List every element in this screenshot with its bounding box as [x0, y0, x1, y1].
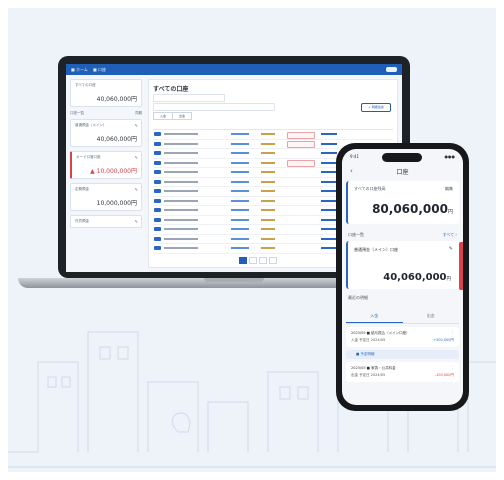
pencil-icon[interactable]: ✎ [135, 187, 138, 192]
phone-screen: 9:41 ●●● ‹ 口座 すべての口座残高 編集 80,060,000円 口座… [342, 149, 463, 405]
detail-tabs: 入金 出金 [346, 310, 459, 324]
scheduled-pill[interactable]: ■ 予定明細 [346, 350, 459, 359]
total-balance-card[interactable]: すべての口座残高 編集 80,060,000円 [346, 181, 459, 224]
edit-link[interactable]: 編集 [445, 186, 453, 192]
top-nav: ■ ホーム ■ 口座 [66, 64, 402, 75]
accounts-section-header: 口座一覧 すべて › [342, 226, 463, 241]
pagination [239, 257, 277, 264]
sidebar-header: 口座一覧 同期 [70, 111, 142, 116]
account-card[interactable]: 定期預金 ✎ 10,000,000円 [70, 183, 142, 211]
item-title: 2023/05 ■ 家賃・公共料金 [351, 366, 396, 370]
signal-icon: ●●● [444, 153, 455, 159]
total-balance-amount: 80,060,000円 [372, 202, 453, 216]
account-name: 普通預金（メイン） [75, 123, 107, 127]
item-amount: -100,000円 [434, 373, 454, 377]
account-amount: 40,060,000円 [96, 136, 137, 143]
page-title: すべての口座 [153, 86, 189, 93]
sync-link[interactable]: 同期 [135, 111, 142, 116]
phone-header: ‹ 口座 [342, 163, 463, 179]
more-icon[interactable]: ⋮ [451, 365, 455, 369]
account-name: 外貨預金 [75, 219, 89, 223]
pencil-icon[interactable]: ✎ [135, 219, 138, 224]
add-transaction-button[interactable]: + 明細追加 [361, 103, 391, 112]
total-card[interactable]: すべての口座 40,060,000円 [70, 79, 142, 107]
tab-withdrawal[interactable]: 出金 [403, 310, 460, 323]
phone-title: 口座 [396, 168, 409, 176]
back-icon[interactable]: ‹ [350, 167, 353, 175]
sidebar-header-label: 口座一覧 [70, 111, 84, 115]
nav-tab-home[interactable]: ■ ホーム [71, 67, 88, 73]
account-card[interactable]: 普通預金（メイン）口座 ✎ 40,060,000円 [346, 241, 459, 289]
item-subtitle: 入金 予定日 2024/05 [351, 338, 386, 342]
date-filter[interactable] [153, 94, 225, 102]
item-amount: +300,000円 [433, 338, 454, 342]
page-button[interactable] [249, 257, 257, 264]
account-card[interactable]: 外貨預金 ✎ [70, 215, 142, 228]
segment-withdrawal[interactable]: 出金 [172, 112, 192, 120]
table-row[interactable] [153, 130, 393, 140]
next-card-peek[interactable] [459, 242, 463, 290]
promo-illustration: ■ ホーム ■ 口座 すべての口座 40,060,000円 口座一覧 同期 普通… [0, 0, 504, 480]
page-button[interactable] [239, 257, 247, 264]
list-item[interactable]: 2023/05 ■ 家賃・公共料金 ⋮ 出金 予定日 2024/05 -100,… [346, 362, 459, 382]
nav-tab-accounts[interactable]: ■ 口座 [93, 67, 106, 73]
page-button[interactable] [259, 257, 267, 264]
accounts-section-label: 口座一覧 [348, 232, 364, 237]
pencil-icon[interactable]: ✎ [135, 155, 138, 160]
dynamic-island [382, 153, 422, 162]
more-icon[interactable]: ⋮ [451, 330, 455, 334]
pencil-icon[interactable]: ✎ [449, 246, 453, 252]
account-amount: 40,060,000円 [383, 272, 451, 283]
status-time: 9:41 [350, 153, 359, 159]
list-item[interactable]: 2023/05 ■ 給与振込（メイン口座） ⋮ 入金 予定日 2024/05 +… [346, 327, 459, 347]
search-filter[interactable] [153, 103, 275, 111]
total-card-label: すべての口座 [75, 83, 96, 87]
account-card[interactable]: 普通預金（メイン） ✎ 40,060,000円 [70, 119, 142, 147]
segment-deposit[interactable]: 入金 [153, 112, 173, 120]
total-balance-label: すべての口座残高 [354, 186, 386, 191]
account-card[interactable]: カード引落口座 ✎ ▲ 10,000,000円 [70, 151, 142, 179]
account-amount: 10,000,000円 [96, 200, 137, 207]
account-name: カード引落口座 [76, 155, 101, 159]
account-name: 定期預金 [75, 187, 89, 191]
see-all-link[interactable]: すべて › [443, 232, 457, 238]
account-amount: ▲ 10,000,000円 [90, 168, 137, 175]
page-button[interactable] [269, 257, 277, 264]
user-menu[interactable] [386, 67, 397, 72]
details-section-label: 最近の明細 [348, 295, 368, 300]
total-card-amount: 40,060,000円 [96, 96, 137, 103]
item-subtitle: 出金 予定日 2024/05 [351, 373, 386, 377]
laptop-notch [204, 278, 264, 282]
sidebar: すべての口座 40,060,000円 口座一覧 同期 普通預金（メイン） ✎ 4… [70, 79, 142, 268]
pencil-icon[interactable]: ✎ [135, 123, 138, 128]
account-name: 普通預金（メイン）口座 [354, 247, 398, 252]
tab-deposit[interactable]: 入金 [346, 310, 403, 323]
details-section-header: 最近の明細 [342, 289, 463, 304]
item-title: 2023/05 ■ 給与振込（メイン口座） [351, 331, 410, 335]
